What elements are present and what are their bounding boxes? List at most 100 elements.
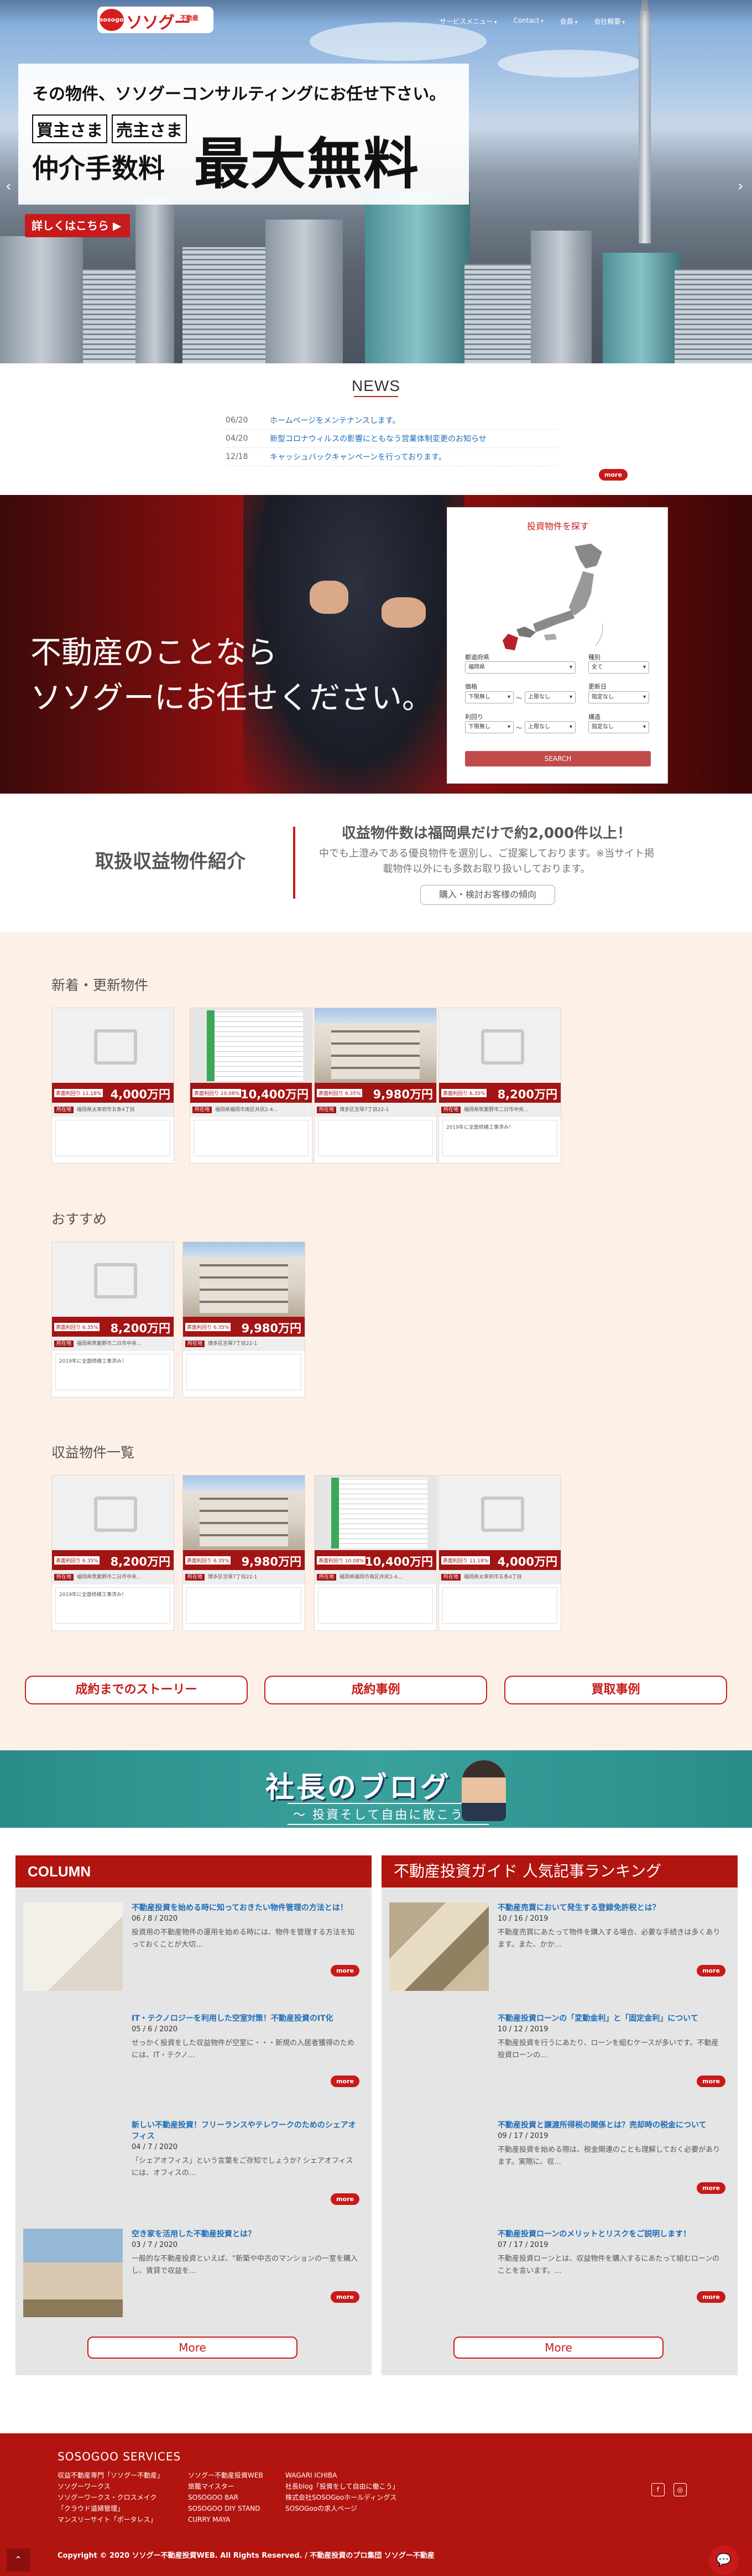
news-item[interactable]: 04/20 新型コロナウィルスの影響にともなう営業体制変更のお知らせ [226, 430, 557, 448]
column-more-button[interactable]: More [87, 2337, 297, 2359]
buy-cases-button[interactable]: 買取事例 [504, 1676, 727, 1704]
yield-badge: 表面利回り 6.35% [441, 1089, 487, 1097]
footer-link[interactable]: 社長blog「投資をして自由に働こう」 [285, 2481, 399, 2492]
footer-link[interactable]: SOSOGOO DIY STAND [188, 2503, 263, 2514]
footer-link[interactable]: 収益不動産専門「ソソグー不動産」 [58, 2470, 164, 2481]
search-button[interactable]: SEARCH [465, 751, 651, 766]
property-card[interactable]: 表面利回り 10.08% 10,400万円 所在地 福岡県福岡市南区井尻2-4... [190, 1008, 312, 1164]
property-card[interactable]: 表面利回り 11.18% 4,000万円 所在地 福岡県太宰府市五条4丁目 [438, 1475, 561, 1631]
news-link[interactable]: 新型コロナウィルスの影響にともなう営業体制変更のお知らせ [270, 433, 487, 444]
article-item[interactable]: 不動産投資と譲渡所得税の関係とは？売却時の税金について 09 / 17 / 20… [387, 2120, 731, 2217]
footer-link[interactable]: SOSOGooの求人ページ [285, 2503, 399, 2514]
nav-item-member[interactable]: 会員 ▾ [560, 17, 578, 26]
article-item[interactable]: 不動産投資ローンのメリットとリスクをご説明します！ 07 / 17 / 2019… [387, 2229, 731, 2325]
story-button[interactable]: 成約までのストーリー [25, 1676, 248, 1704]
news-item[interactable]: 06/20 ホームページをメンテナンスします。 [226, 411, 557, 430]
image-placeholder-icon [52, 1242, 174, 1317]
yield-min-select[interactable]: 下限無し [465, 721, 514, 733]
news-link[interactable]: キャッシュバックキャンペーンを行っております。 [270, 451, 446, 462]
footer-link[interactable]: 株式会社SOSOGooホールディングス [285, 2492, 399, 2503]
back-to-top-icon[interactable]: ⌃ [7, 2548, 30, 2572]
article-more-button[interactable]: more [697, 2291, 725, 2303]
card-note [186, 1587, 301, 1624]
property-card[interactable]: 表面利回り 6.35% 8,200万円 所在地 福岡県筑紫野市二日市中央... 20… [438, 1008, 561, 1164]
property-card[interactable]: 表面利回り 11.18% 4,000万円 所在地 福岡県太宰府市五条4丁目 [51, 1008, 174, 1164]
article-more-button[interactable]: more [697, 2182, 725, 2194]
news-item[interactable]: 12/18 キャッシュバックキャンペーンを行っております。 [226, 448, 557, 466]
type-select[interactable]: 全て [588, 661, 649, 674]
address-text: 福岡県筑紫野市二日市中央... [77, 1341, 142, 1347]
property-card[interactable]: 表面利回り 6.35% 8,200万円 所在地 福岡県筑紫野市二日市中央... 20… [51, 1475, 174, 1631]
facebook-icon[interactable]: f [651, 2483, 665, 2496]
property-card[interactable]: 表面利回り 6.35% 9,980万円 所在地 博多区吉塚7丁目22-1 [182, 1475, 305, 1631]
struct-select[interactable]: 指定なし [588, 721, 649, 733]
article-item[interactable]: 新しい不動産投資！フリーランスやテレワークのためのシェアオフィス 04 / 7 … [21, 2120, 365, 2217]
site-logo[interactable]: sosogoo ソソグー 不動産 [97, 7, 213, 34]
price-bar: 表面利回り 10.08% 10,400万円 [315, 1550, 436, 1570]
chat-icon[interactable]: 💬 [709, 2546, 739, 2575]
article-date: 09 / 17 / 2019 [498, 2132, 549, 2140]
article-title[interactable]: 不動産投資を始める時に知っておきたい物件管理の方法とは！ [132, 1902, 358, 1913]
ranking-more-button[interactable]: More [453, 2337, 664, 2359]
article-more-button[interactable]: more [331, 2076, 359, 2087]
article-item[interactable]: IT・テクノロジーを利用した空室対策！不動産投資のIT化 05 / 6 / 20… [21, 2013, 365, 2102]
price-max-select[interactable]: 上限なし [525, 691, 576, 703]
footer-link[interactable]: 旅籠マイスター [188, 2481, 263, 2492]
article-title[interactable]: 不動産投資ローンのメリットとリスクをご説明します！ [498, 2229, 724, 2240]
address-text: 福岡県太宰府市五条4丁目 [77, 1107, 135, 1113]
article-title[interactable]: 不動産投資と譲渡所得税の関係とは？売却時の税金について [498, 2120, 724, 2131]
footer-link[interactable]: ソソグーワークス・クロスメイク [58, 2492, 164, 2503]
pref-select[interactable]: 福岡県 [465, 661, 576, 674]
price: 9,980万円 [373, 1088, 433, 1101]
renew-select[interactable]: 指定なし [588, 691, 649, 703]
article-item[interactable]: 空き家を活用した不動産投資とは？ 03 / 7 / 2020 一般的な不動産投資… [21, 2229, 365, 2325]
footer-link[interactable]: WAGARI ICHIBA [285, 2470, 399, 2481]
promo-panel: その物件、ソソグーコンサルティングにお任せ下さい。 買主さま 売主さま 仲介手数… [18, 64, 469, 205]
price-min-select[interactable]: 下限無し [465, 691, 514, 703]
article-more-button[interactable]: more [697, 1965, 725, 1977]
property-card[interactable]: 表面利回り 6.35% 9,980万円 所在地 博多区吉塚7丁目22-1 [182, 1242, 305, 1397]
prev-arrow-icon[interactable]: ‹ [6, 178, 11, 195]
cases-button[interactable]: 成約事例 [264, 1676, 487, 1704]
article-more-button[interactable]: more [697, 2076, 725, 2087]
nav-item-company[interactable]: 会社概要 ▾ [594, 17, 625, 26]
footer-link[interactable]: ソソグー不動産投資WEB [188, 2470, 263, 2481]
image-placeholder-icon [439, 1475, 561, 1550]
property-card[interactable]: 表面利回り 6.35% 9,980万円 所在地 博多区吉塚7丁目22-1 [314, 1008, 437, 1164]
nav-item-contact[interactable]: Contact ▾ [514, 17, 544, 26]
footer-link[interactable]: SOSOGOO BAR [188, 2492, 263, 2503]
address: 所在地 福岡県太宰府市五条4丁目 [439, 1570, 561, 1584]
next-arrow-icon[interactable]: › [738, 178, 743, 195]
japan-map[interactable] [492, 541, 619, 651]
article-item[interactable]: 不動産投資ローンの「変動金利」と「固定金利」について 10 / 12 / 201… [387, 2013, 731, 2102]
article-more-button[interactable]: more [331, 2291, 359, 2303]
details-button[interactable]: 詳しくはこちら ▶ [25, 214, 130, 237]
property-card[interactable]: 表面利回り 6.35% 8,200万円 所在地 福岡県筑紫野市二日市中央... 20… [51, 1242, 174, 1397]
article-more-button[interactable]: more [331, 2193, 359, 2205]
ceo-blog-banner[interactable]: 社長のブログ 〜 投資そして自由に散こう 〜 [0, 1750, 752, 1828]
address-text: 福岡県福岡市南区井尻2-4... [215, 1107, 278, 1113]
news-more-button[interactable]: more [599, 469, 628, 481]
article-item[interactable]: 不動産投資を始める時に知っておきたい物件管理の方法とは！ 06 / 8 / 20… [21, 1902, 365, 1999]
yield-badge: 表面利回り 11.18% [441, 1556, 490, 1565]
article-title[interactable]: 不動産投資ローンの「変動金利」と「固定金利」について [498, 2013, 724, 2024]
footer-link[interactable]: 「クラウド道婦管理」 [58, 2503, 164, 2514]
footer-link[interactable]: マンスリーサイト「ポータレス」 [58, 2514, 164, 2525]
article-excerpt: 不動産投資を始める際は、税金関連のことも理解しておく必要があります。実際に、収.… [498, 2146, 720, 2166]
article-title[interactable]: 空き家を活用した不動産投資とは？ [132, 2229, 358, 2240]
article-title[interactable]: 新しい不動産投資！フリーランスやテレワークのためのシェアオフィス [132, 2120, 358, 2142]
article-item[interactable]: 不動産売買において発生する登録免許税とは？ 10 / 16 / 2019 不動産… [387, 1902, 731, 1999]
article-title[interactable]: IT・テクノロジーを利用した空室対策！不動産投資のIT化 [132, 2013, 358, 2024]
news-date: 12/18 [226, 452, 248, 461]
yield-max-select[interactable]: 上限なし [525, 721, 576, 733]
article-more-button[interactable]: more [331, 1965, 359, 1977]
news-link[interactable]: ホームページをメンテナンスします。 [270, 415, 400, 426]
footer-link[interactable]: ソソグーワークス [58, 2481, 164, 2492]
instagram-icon[interactable]: ◎ [673, 2483, 687, 2496]
buyer-trend-button[interactable]: 購入・検討お客様の傾向 [420, 885, 555, 905]
intro-text: 中でも上澄みである優良物件を選別し、ご提案しております。※当サイト掲載物件以外に… [318, 848, 655, 875]
property-card[interactable]: 表面利回り 10.08% 10,400万円 所在地 福岡県福岡市南区井尻2-4... [314, 1475, 437, 1631]
footer-link[interactable]: CURRY MAYA [188, 2514, 263, 2525]
nav-item-service[interactable]: サービスメニュー ▾ [440, 17, 497, 26]
article-title[interactable]: 不動産売買において発生する登録免許税とは？ [498, 1902, 724, 1913]
